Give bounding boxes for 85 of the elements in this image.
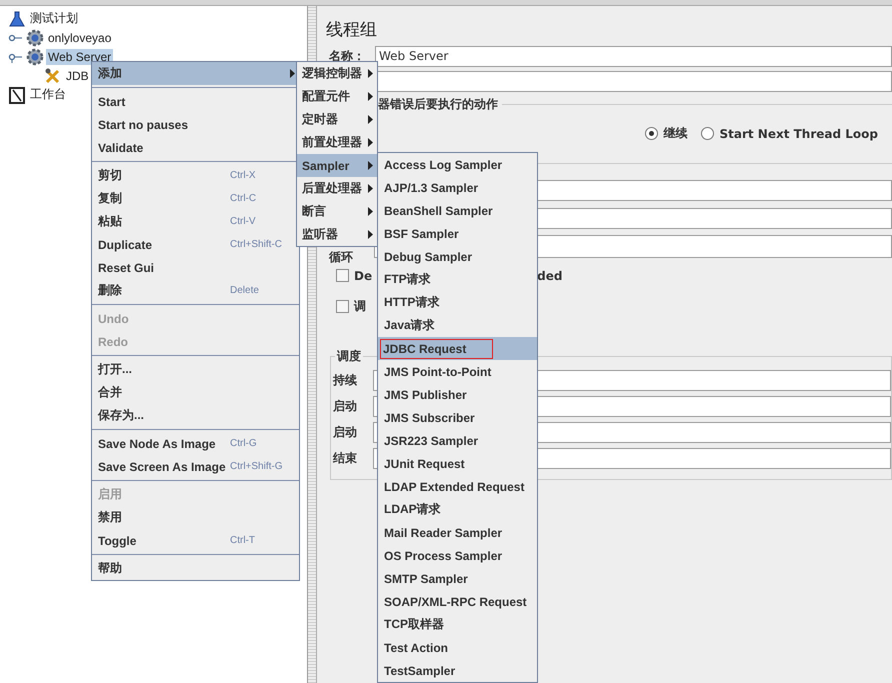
- menu-item[interactable]: 复制 Ctrl-C: [92, 187, 299, 210]
- menu-item[interactable]: Duplicate Ctrl+Shift-C: [92, 233, 299, 256]
- submenu-arrow-icon: [368, 161, 373, 170]
- field-label: 结束: [332, 450, 358, 466]
- menu-item[interactable]: Test Action: [378, 636, 537, 659]
- menu-item[interactable]: BeanShell Sampler: [378, 199, 537, 222]
- comment-field[interactable]: [375, 71, 892, 92]
- menu-item[interactable]: OS Process Sampler: [378, 544, 537, 567]
- menu-item[interactable]: Debug Sampler: [378, 245, 537, 268]
- menu-item[interactable]: LDAP Extended Request: [378, 475, 537, 498]
- menu-item[interactable]: LDAP请求: [378, 498, 537, 521]
- menu-item[interactable]: Validate: [92, 136, 299, 159]
- clipboard-icon: [8, 86, 26, 104]
- submenu-arrow-icon: [368, 69, 373, 78]
- menu-item[interactable]: HTTP请求: [378, 291, 537, 314]
- menu-item[interactable]: JMS Publisher: [378, 383, 537, 406]
- menu-item[interactable]: TCP取样器: [378, 613, 537, 636]
- submenu-arrow-icon: [368, 207, 373, 216]
- tools-icon: [44, 66, 62, 84]
- gear-icon: [26, 48, 44, 66]
- tree-item[interactable]: 测试计划: [28, 9, 80, 28]
- menu-item[interactable]: 打开...: [92, 358, 299, 381]
- tree-item[interactable]: 工作台: [28, 85, 68, 104]
- menu-item[interactable]: 监听器: [297, 223, 377, 246]
- checkbox-label: ded: [537, 268, 562, 282]
- submenu-arrow-icon: [368, 115, 373, 124]
- menu-item[interactable]: 配置元件: [297, 85, 377, 108]
- field-label: 启动: [332, 424, 358, 440]
- menu-item[interactable]: Save Screen As Image Ctrl+Shift-G: [92, 455, 299, 478]
- menu-item[interactable]: Save Node As Image Ctrl-G: [92, 432, 299, 455]
- submenu-arrow-icon: [368, 230, 373, 239]
- menu-item[interactable]: Mail Reader Sampler: [378, 521, 537, 544]
- panel-title: 线程组: [326, 19, 378, 42]
- submenu-arrow-icon: [368, 92, 373, 101]
- gear-icon: [26, 28, 44, 46]
- menu-item[interactable]: 前置处理器: [297, 131, 377, 154]
- menu-item[interactable]: BSF Sampler: [378, 222, 537, 245]
- menu-item[interactable]: Toggle Ctrl-T: [92, 529, 299, 552]
- submenu-arrow-icon: [368, 138, 373, 147]
- field-label: 持续: [332, 372, 358, 388]
- field-label: 名称：: [328, 48, 366, 65]
- checkbox[interactable]: [336, 300, 349, 313]
- tree-item[interactable]: onlyloveyao: [46, 30, 114, 46]
- name-field[interactable]: Web Server: [375, 46, 892, 67]
- menu-item[interactable]: JUnit Request: [378, 452, 537, 475]
- submenu-arrow-icon: [368, 184, 373, 193]
- menu-item[interactable]: JMS Subscriber: [378, 406, 537, 429]
- menu-item[interactable]: 保存为...: [92, 404, 299, 427]
- radio-option[interactable]: Start Next Thread Loop: [701, 125, 878, 142]
- menu-item[interactable]: 添加: [92, 62, 299, 85]
- menu-item[interactable]: SMTP Sampler: [378, 567, 537, 590]
- menu-item[interactable]: Start: [92, 90, 299, 113]
- menu-item[interactable]: JDBC Request: [378, 337, 537, 360]
- menu-item[interactable]: 剪切 Ctrl-X: [92, 164, 299, 187]
- menu-item[interactable]: JSR223 Sampler: [378, 429, 537, 452]
- checkbox-label: De: [354, 268, 372, 282]
- tree-item[interactable]: JDB: [64, 68, 91, 84]
- menu-item[interactable]: Start no pauses: [92, 113, 299, 136]
- menu-item[interactable]: Java请求: [378, 314, 537, 337]
- group-title: 调度: [335, 348, 363, 365]
- menu-item[interactable]: SOAP/XML-RPC Request: [378, 590, 537, 613]
- menu-item[interactable]: FTP请求: [378, 268, 537, 291]
- tree-item[interactable]: Web Server: [46, 48, 114, 64]
- menu-item[interactable]: 帮助: [92, 557, 299, 580]
- radio-option[interactable]: 继续: [645, 125, 688, 142]
- menu-item[interactable]: 断言: [297, 200, 377, 223]
- flask-icon: [8, 10, 26, 28]
- menu-item[interactable]: JMS Point-to-Point: [378, 360, 537, 383]
- menu-item[interactable]: 禁用: [92, 506, 299, 529]
- menu-item[interactable]: Reset Gui: [92, 256, 299, 279]
- menu-item[interactable]: 逻辑控制器: [297, 62, 377, 85]
- menu-item[interactable]: 粘贴 Ctrl-V: [92, 210, 299, 233]
- checkbox-label: 调: [354, 298, 366, 315]
- menu-item[interactable]: Sampler: [297, 154, 377, 177]
- menu-item[interactable]: 后置处理器: [297, 177, 377, 200]
- field-label: 启动: [332, 398, 358, 414]
- field-label: 循环: [328, 251, 354, 263]
- menu-item[interactable]: 合并: [92, 381, 299, 404]
- menu-item[interactable]: AJP/1.3 Sampler: [378, 176, 537, 199]
- checkbox[interactable]: [336, 269, 349, 282]
- group-title: 器错误后要执行的动作: [378, 96, 502, 113]
- menu-item[interactable]: 定时器: [297, 108, 377, 131]
- menu-item[interactable]: 删除 Delete: [92, 279, 299, 302]
- menu-item[interactable]: Access Log Sampler: [378, 153, 537, 176]
- menu-item[interactable]: TestSampler: [378, 659, 537, 682]
